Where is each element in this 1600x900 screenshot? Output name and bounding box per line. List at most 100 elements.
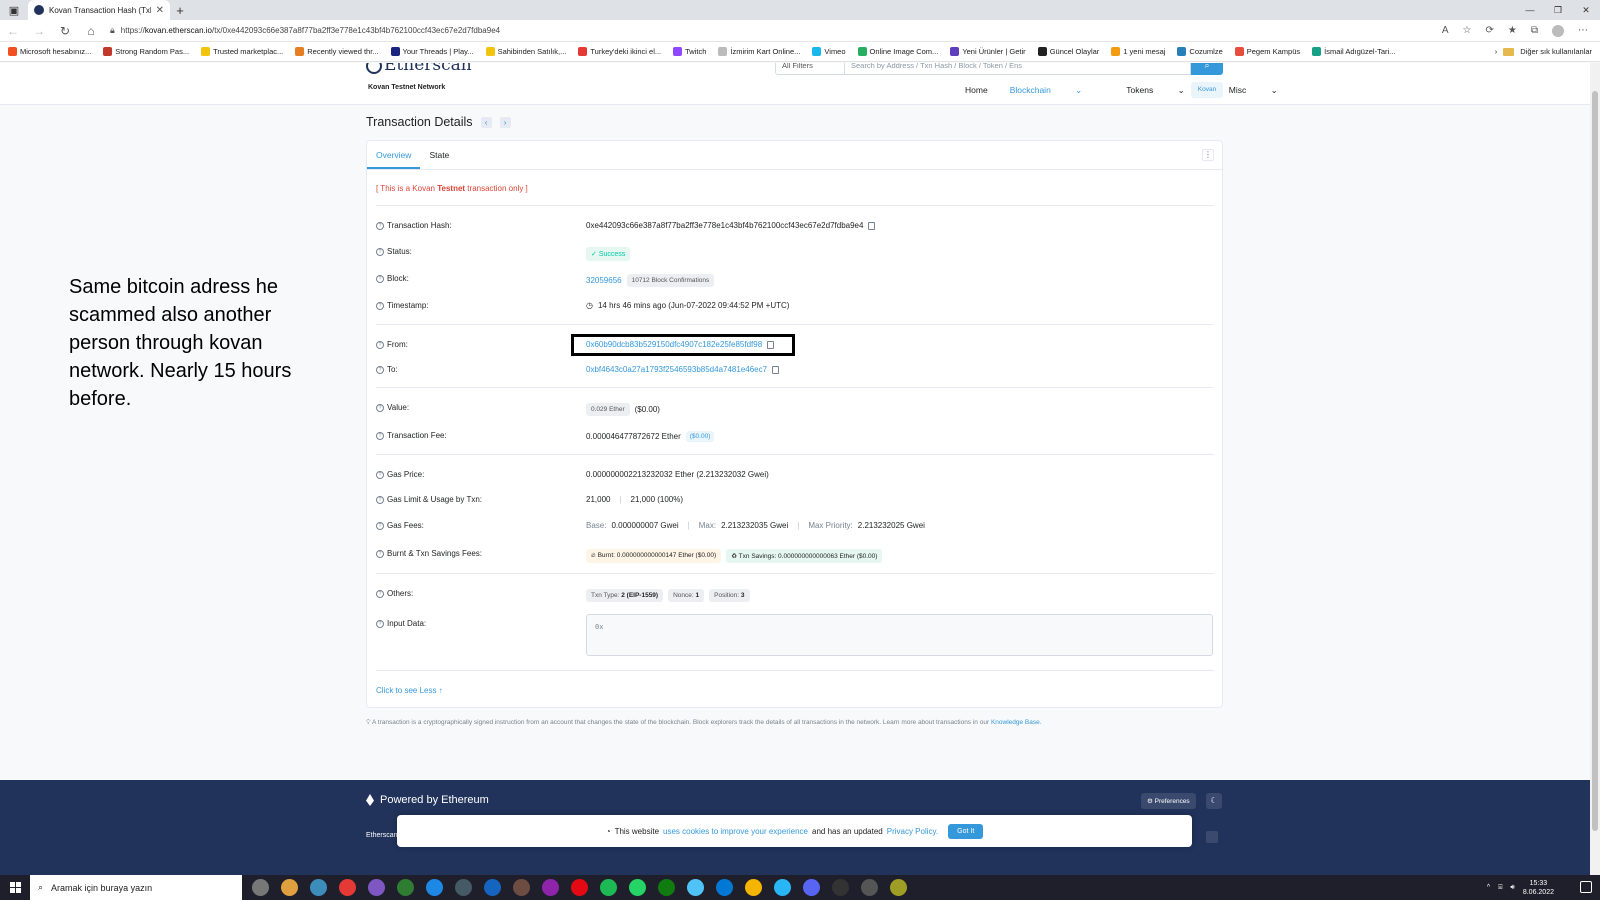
taskbar-app-icon[interactable]: [484, 879, 501, 896]
copy-icon[interactable]: [868, 221, 876, 230]
clock[interactable]: 15:33 8.06.2022: [1523, 879, 1554, 897]
taskbar-app-icon[interactable]: [513, 879, 530, 896]
page-scrollbar[interactable]: [1590, 63, 1600, 875]
lock-icon[interactable]: 🔒︎: [110, 25, 115, 36]
help-icon[interactable]: ?: [376, 340, 384, 349]
network-icon[interactable]: ⌸: [1498, 884, 1502, 892]
bookmark-item[interactable]: Online Image Com...: [857, 47, 938, 56]
help-icon[interactable]: ?: [376, 619, 384, 628]
copy-icon[interactable]: [767, 340, 775, 349]
bookmark-item[interactable]: Vimeo: [812, 47, 846, 56]
favorite-star-icon[interactable]: ☆: [1463, 25, 1472, 37]
taskbar-app-icon[interactable]: [542, 879, 559, 896]
help-icon[interactable]: ?: [376, 470, 384, 479]
got-it-button[interactable]: Got It: [948, 823, 984, 839]
start-button[interactable]: [0, 882, 30, 893]
help-icon[interactable]: ?: [376, 221, 384, 230]
network-badge[interactable]: Kovan: [1191, 82, 1223, 98]
search-button[interactable]: ⌕: [1191, 63, 1223, 75]
nav-blockchain[interactable]: Blockchain ⌄: [1010, 85, 1105, 96]
help-icon[interactable]: ?: [376, 301, 384, 310]
taskbar-app-icon[interactable]: [687, 879, 704, 896]
bookmark-item[interactable]: Your Threads | Play...: [390, 47, 474, 56]
dark-mode-icon[interactable]: ☾: [1206, 793, 1222, 809]
help-icon[interactable]: ?: [376, 495, 384, 504]
help-icon[interactable]: ?: [376, 403, 384, 412]
search-input[interactable]: Search by Address / Txn Hash / Block / T…: [845, 63, 1191, 75]
collections-icon[interactable]: ⧉: [1531, 25, 1538, 37]
bookmark-item[interactable]: Pegem Kampüs: [1234, 47, 1300, 56]
see-less-link[interactable]: Click to see Less ↑: [376, 686, 443, 695]
bookmark-item[interactable]: Twitch: [673, 47, 706, 56]
new-tab-button[interactable]: +: [170, 3, 190, 18]
close-tab-icon[interactable]: ✕: [156, 5, 164, 16]
profile-avatar[interactable]: [1552, 24, 1564, 37]
taskbar-app-icon[interactable]: [281, 879, 298, 896]
help-icon[interactable]: ?: [376, 589, 384, 598]
nav-misc[interactable]: Misc ⌄: [1229, 85, 1300, 96]
tab-overview[interactable]: Overview: [367, 141, 421, 169]
nav-home[interactable]: Home: [965, 85, 988, 96]
knowledge-base-link[interactable]: Knowledge Base.: [991, 719, 1042, 726]
to-address-link[interactable]: 0xbf4643c0a27a1793f2546593b85d4a7481e46e…: [586, 365, 767, 374]
tab-state[interactable]: State: [420, 141, 458, 169]
preferences-button[interactable]: ⚙︎ Preferences: [1141, 793, 1196, 809]
taskbar-app-icon[interactable]: [803, 879, 820, 896]
cookies-link[interactable]: uses cookies to improve your experience: [663, 827, 808, 836]
taskbar-app-icon[interactable]: [571, 879, 588, 896]
prev-tx-icon[interactable]: ‹: [480, 116, 492, 128]
taskbar-app-icon[interactable]: [397, 879, 414, 896]
close-window-icon[interactable]: ✕: [1572, 0, 1600, 20]
bookmark-item[interactable]: İsmail Adıgüzel-Tari...: [1312, 47, 1395, 56]
taskbar-search[interactable]: ⌕ Aramak için buraya yazın: [30, 875, 242, 900]
taskbar-app-icon[interactable]: [600, 879, 617, 896]
from-address-link[interactable]: 0x60b90dcb83b529150dfc4907c182e25fe85fdf…: [586, 340, 762, 349]
taskbar-app-icon[interactable]: [310, 879, 327, 896]
taskbar-app-icon[interactable]: [716, 879, 733, 896]
bookmarks-overflow-icon[interactable]: ›: [1495, 47, 1498, 56]
taskbar-app-icon[interactable]: [658, 879, 675, 896]
home-icon[interactable]: ⌂: [78, 24, 104, 38]
back-to-top-icon[interactable]: [1206, 831, 1218, 843]
more-options-icon[interactable]: ⋮: [1202, 149, 1214, 161]
taskbar-app-icon[interactable]: [368, 879, 385, 896]
notifications-icon[interactable]: [1580, 881, 1592, 893]
taskbar-app-icon[interactable]: [832, 879, 849, 896]
url-field[interactable]: 🔒︎ https://kovan.etherscan.io/tx/0xe4420…: [104, 22, 1442, 40]
browser-tab-active[interactable]: Kovan Transaction Hash (Txhash... ✕: [28, 0, 170, 20]
bookmark-item[interactable]: Microsoft hesabınız...: [8, 47, 91, 56]
help-icon[interactable]: ?: [376, 431, 384, 440]
taskbar-app-icon[interactable]: [745, 879, 762, 896]
bookmark-item[interactable]: Strong Random Pas...: [103, 47, 189, 56]
more-menu-icon[interactable]: ⋯: [1578, 25, 1588, 37]
taskbar-app-icon[interactable]: [861, 879, 878, 896]
extensions-icon[interactable]: ⟳: [1486, 25, 1494, 37]
taskbar-app-icon[interactable]: [455, 879, 472, 896]
tab-actions-icon[interactable]: ▣: [0, 0, 28, 20]
taskbar-app-icon[interactable]: [426, 879, 443, 896]
minimize-icon[interactable]: —: [1516, 0, 1544, 20]
help-icon[interactable]: ?: [376, 365, 384, 374]
bookmark-item[interactable]: Yeni Ürünler | Getir: [950, 47, 1026, 56]
help-icon[interactable]: ?: [376, 549, 384, 558]
taskbar-app-icon[interactable]: [339, 879, 356, 896]
help-icon[interactable]: ?: [376, 274, 384, 283]
restore-icon[interactable]: ❐: [1544, 0, 1572, 20]
taskbar-app-icon[interactable]: [774, 879, 791, 896]
tray-chevron-icon[interactable]: ^: [1487, 884, 1490, 891]
search-filter-select[interactable]: All Filters: [775, 63, 845, 75]
copy-icon[interactable]: [772, 365, 780, 374]
refresh-icon[interactable]: ↻: [52, 24, 78, 38]
block-link[interactable]: 32059656: [586, 276, 622, 285]
taskbar-app-icon[interactable]: [252, 879, 269, 896]
input-data-field[interactable]: 0x: [586, 614, 1213, 656]
taskbar-app-icon[interactable]: [629, 879, 646, 896]
favorites-icon[interactable]: ★: [1508, 25, 1517, 37]
bookmark-item[interactable]: Turkey'deki ikinci el...: [578, 47, 661, 56]
help-icon[interactable]: ?: [376, 521, 384, 530]
privacy-policy-link[interactable]: Privacy Policy.: [887, 827, 938, 836]
other-bookmarks[interactable]: › Diğer sık kullanılanlar: [1495, 47, 1592, 56]
taskbar-app-icon[interactable]: [890, 879, 907, 896]
bookmark-item[interactable]: Güncel Olaylar: [1037, 47, 1099, 56]
bookmark-item[interactable]: İzmirim Kart Online...: [718, 47, 800, 56]
